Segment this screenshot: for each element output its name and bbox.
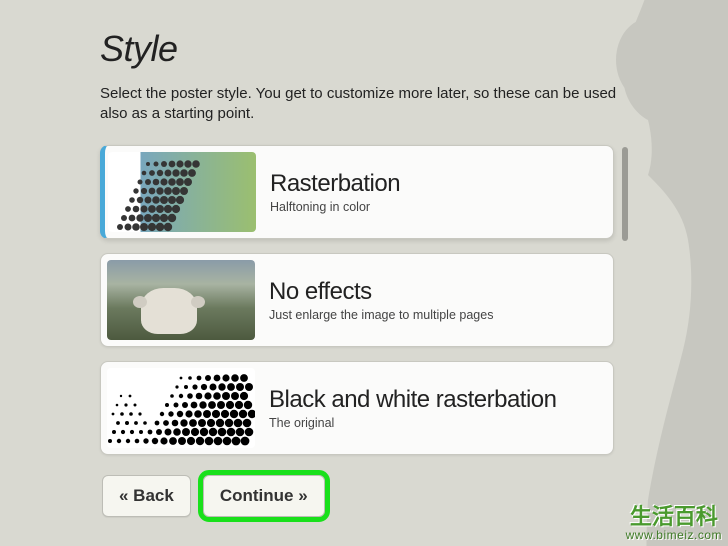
style-list: Rasterbation Halftoning in color No effe… <box>100 145 614 455</box>
style-text: Black and white rasterbation The origina… <box>269 386 607 430</box>
style-description: Halftoning in color <box>270 200 607 214</box>
style-name: Black and white rasterbation <box>269 386 607 414</box>
continue-button[interactable]: Continue » <box>203 475 325 517</box>
style-text: Rasterbation Halftoning in color <box>270 170 607 214</box>
watermark-url: www.bimeiz.com <box>626 528 722 542</box>
rasterbation-preview <box>108 152 256 232</box>
style-description: Just enlarge the image to multiple pages <box>269 308 607 322</box>
nav-buttons: « Back Continue » <box>102 475 628 517</box>
no-effects-preview <box>107 260 255 340</box>
style-text: No effects Just enlarge the image to mul… <box>269 278 607 322</box>
style-name: Rasterbation <box>270 170 607 198</box>
style-option-rasterbation[interactable]: Rasterbation Halftoning in color <box>100 145 614 239</box>
bw-rasterbation-preview <box>107 368 255 448</box>
style-option-bw-rasterbation[interactable]: Black and white rasterbation The origina… <box>100 361 614 455</box>
style-name: No effects <box>269 278 607 306</box>
style-option-no-effects[interactable]: No effects Just enlarge the image to mul… <box>100 253 614 347</box>
page-title: Style <box>100 28 628 70</box>
scrollbar[interactable] <box>622 147 628 241</box>
back-button[interactable]: « Back <box>102 475 191 517</box>
style-description: The original <box>269 416 607 430</box>
page-description: Select the poster style. You get to cust… <box>100 84 620 125</box>
